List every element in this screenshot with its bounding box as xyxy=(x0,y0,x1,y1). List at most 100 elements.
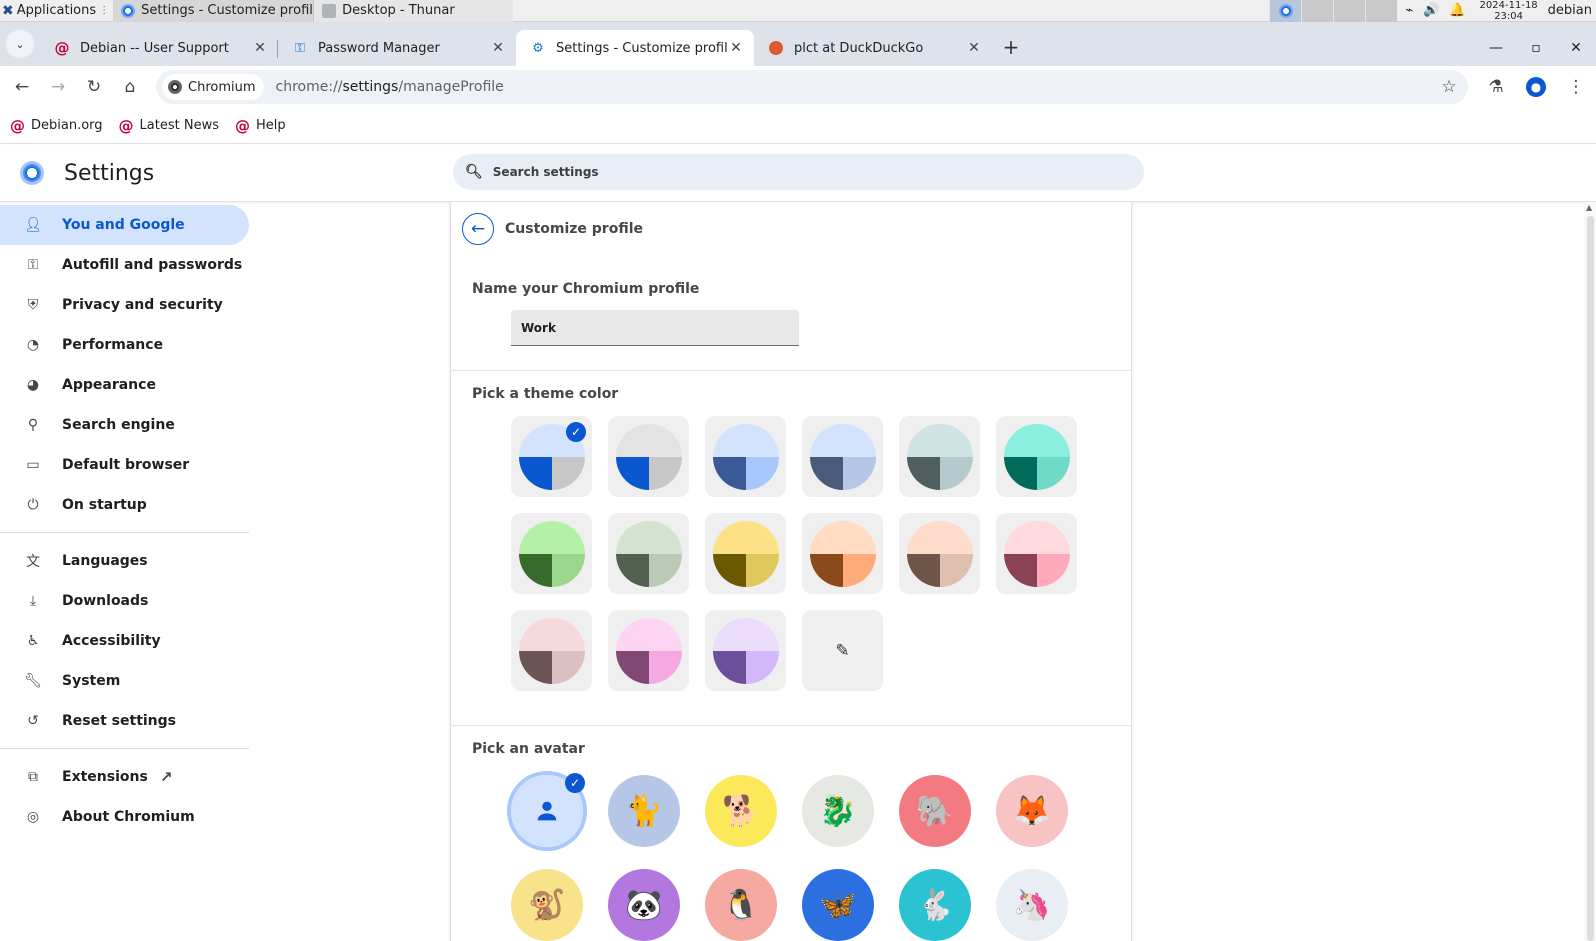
profile-button[interactable]: ● xyxy=(1518,69,1554,105)
origami-fox-avatar[interactable]: 🦊 xyxy=(996,775,1068,847)
origami-butterfly-avatar[interactable]: 🦋 xyxy=(802,869,874,941)
browser-window-icon: ▭ xyxy=(26,457,40,473)
tab-debian-support[interactable]: @ Debian -- User Support ✕ xyxy=(40,30,278,66)
close-icon[interactable]: ✕ xyxy=(490,40,506,56)
origami-penguin-avatar[interactable]: 🐧 xyxy=(705,869,777,941)
origami-elephant-avatar[interactable]: 🐘 xyxy=(899,775,971,847)
workspace-3[interactable] xyxy=(1333,0,1366,22)
sidebar-item-search-engine[interactable]: ⚲ Search engine xyxy=(0,405,249,445)
theme-color-swatch[interactable] xyxy=(608,513,689,594)
sidebar-item-appearance[interactable]: ◕ Appearance xyxy=(0,365,249,405)
sidebar-item-label: Autofill and passwords xyxy=(62,257,243,273)
origami-unicorn-avatar[interactable]: 🦄 xyxy=(996,869,1068,941)
sidebar-item-languages[interactable]: 文 Languages xyxy=(0,541,249,581)
reload-button[interactable]: ↻ xyxy=(76,69,112,105)
theme-color-swatch[interactable] xyxy=(899,416,980,497)
back-arrow-button[interactable]: ← xyxy=(462,213,494,245)
theme-color-swatch[interactable] xyxy=(802,513,883,594)
sidebar-item-downloads[interactable]: ⤓ Downloads xyxy=(0,581,249,621)
theme-color-swatch[interactable] xyxy=(802,416,883,497)
sidebar-item-default-browser[interactable]: ▭ Default browser xyxy=(0,445,249,485)
new-tab-button[interactable]: + xyxy=(996,32,1026,62)
origami-rabbit-avatar[interactable]: 🐇 xyxy=(899,869,971,941)
sidebar-item-performance[interactable]: ◔ Performance xyxy=(0,325,249,365)
tab-title: Settings - Customize profile xyxy=(556,40,728,56)
theme-color-disc xyxy=(518,520,585,587)
tab-title: Password Manager xyxy=(318,40,440,56)
taskbar-item-thunar[interactable]: Desktop - Thunar xyxy=(313,0,514,22)
sidebar-item-label: On startup xyxy=(62,497,147,513)
menu-button[interactable]: ⋮ xyxy=(1558,69,1594,105)
page-scrollbar[interactable]: ▲ xyxy=(1584,202,1596,941)
minimize-button[interactable]: — xyxy=(1476,40,1516,56)
theme-color-swatch[interactable]: ✓ xyxy=(511,416,592,497)
bookmark-star-icon[interactable]: ☆ xyxy=(1436,77,1462,97)
theme-color-disc xyxy=(712,423,779,490)
theme-color-swatch[interactable] xyxy=(705,416,786,497)
sidebar-item-autofill[interactable]: ⚿ Autofill and passwords xyxy=(0,245,249,285)
theme-color-swatch[interactable] xyxy=(705,513,786,594)
volume-icon[interactable]: 🔊 xyxy=(1423,3,1439,18)
bookmark-help[interactable]: @ Help xyxy=(235,117,286,135)
notification-bell-icon[interactable]: 🔔 xyxy=(1449,3,1465,18)
maximize-button[interactable]: ▫ xyxy=(1516,40,1556,56)
bookmark-debian-org[interactable]: @ Debian.org xyxy=(10,117,103,135)
sidebar-item-extensions[interactable]: ⧉ Extensions ↗ xyxy=(0,757,249,797)
close-window-button[interactable]: ✕ xyxy=(1556,40,1596,56)
theme-color-swatch[interactable] xyxy=(608,610,689,691)
sidebar-item-reset[interactable]: ↺ Reset settings xyxy=(0,701,249,741)
site-info-chip[interactable]: Chromium xyxy=(162,74,264,100)
theme-color-swatch[interactable] xyxy=(996,513,1077,594)
applications-menu[interactable]: ✖ Applications ⋮ xyxy=(0,0,113,22)
tab-duckduckgo[interactable]: plct at DuckDuckGo ✕ xyxy=(754,30,992,66)
scrollbar-thumb[interactable] xyxy=(1587,216,1594,941)
origami-panda-avatar[interactable]: 🐼 xyxy=(608,869,680,941)
theme-color-swatch[interactable] xyxy=(608,416,689,497)
clock[interactable]: 2024-11-18 23:04 xyxy=(1474,0,1544,22)
origami-monkey-avatar[interactable]: 🐒 xyxy=(511,869,583,941)
sidebar-item-system[interactable]: 🔧︎ System xyxy=(0,661,249,701)
avatar-grid: ✓ 🐈 🐕 🐉 🐘 🦊 🐒 🐼 🐧 🦋 🐇 🦄 xyxy=(507,771,1131,941)
origami-cat-avatar[interactable]: 🐈 xyxy=(608,775,680,847)
origami-dragon-avatar[interactable]: 🐉 xyxy=(802,775,874,847)
theme-color-swatch[interactable] xyxy=(899,513,980,594)
home-button[interactable]: ⌂ xyxy=(112,69,148,105)
power-icon: ⏻ xyxy=(27,497,39,513)
back-button[interactable]: ← xyxy=(4,69,40,105)
theme-color-swatch[interactable] xyxy=(511,610,592,691)
speedometer-icon: ◔ xyxy=(26,337,40,353)
sidebar-item-accessibility[interactable]: ♿︎ Accessibility xyxy=(0,621,249,661)
settings-header: Settings 🔍︎ Search settings xyxy=(0,145,1596,202)
omnibox[interactable]: Chromium chrome://settings/manageProfile… xyxy=(156,70,1468,104)
workspace-2[interactable] xyxy=(1301,0,1334,22)
tab-search-button[interactable]: ⌄ xyxy=(6,30,34,58)
forward-button[interactable]: → xyxy=(40,69,76,105)
search-input[interactable]: 🔍︎ Search settings xyxy=(453,154,1144,190)
origami-corgi-avatar[interactable]: 🐕 xyxy=(705,775,777,847)
avatar-figure-icon: 🐘 xyxy=(916,793,954,829)
bookmark-latest-news[interactable]: @ Latest News xyxy=(119,117,219,135)
close-icon[interactable]: ✕ xyxy=(252,40,268,56)
sidebar-item-privacy[interactable]: ⛨ Privacy and security xyxy=(0,285,249,325)
profile-name-input[interactable]: Work xyxy=(511,310,799,346)
workspace-1[interactable] xyxy=(1269,0,1302,22)
url-text[interactable]: chrome://settings/manageProfile xyxy=(276,79,1436,95)
custom-color-picker-button[interactable]: ✎ xyxy=(802,610,883,691)
sidebar-item-you-and-google[interactable]: 👤︎ You and Google xyxy=(0,205,249,245)
tab-settings-customize-profile[interactable]: ⚙ Settings - Customize profile ✕ xyxy=(516,30,754,66)
workspace-4[interactable] xyxy=(1365,0,1398,22)
default-avatar[interactable]: ✓ xyxy=(507,771,587,851)
tab-password-manager[interactable]: ⚿ Password Manager ✕ xyxy=(278,30,516,66)
network-icon[interactable]: ⌁ xyxy=(1405,3,1413,18)
theme-color-swatch[interactable] xyxy=(511,513,592,594)
close-icon[interactable]: ✕ xyxy=(728,40,744,56)
sidebar-item-on-startup[interactable]: ⏻ On startup xyxy=(0,485,249,525)
labs-button[interactable]: ⚗ xyxy=(1478,69,1514,105)
close-icon[interactable]: ✕ xyxy=(966,40,982,56)
user-menu[interactable]: debian xyxy=(1544,3,1596,18)
sidebar-item-about[interactable]: ◎ About Chromium xyxy=(0,797,249,837)
theme-color-swatch[interactable] xyxy=(705,610,786,691)
theme-color-swatch[interactable] xyxy=(996,416,1077,497)
tab-strip: ⌄ @ Debian -- User Support ✕ ⚿ Password … xyxy=(0,22,1596,66)
taskbar-item-chromium[interactable]: Settings - Customize profil... xyxy=(113,0,314,22)
